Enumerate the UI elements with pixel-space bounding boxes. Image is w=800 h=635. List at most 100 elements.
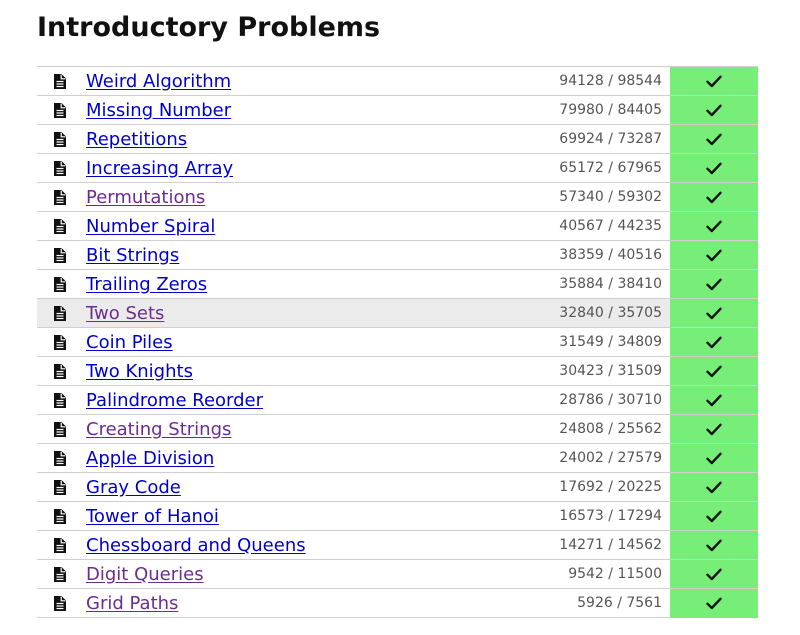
checkmark-icon bbox=[706, 365, 722, 377]
checkmark-icon bbox=[706, 452, 722, 464]
task-link[interactable]: Missing Number bbox=[86, 100, 502, 121]
solved-count: 16573 / 17294 bbox=[559, 508, 662, 524]
checkmark-icon bbox=[706, 539, 722, 551]
checkmark-icon bbox=[706, 510, 722, 522]
solved-count: 40567 / 44235 bbox=[559, 218, 662, 234]
task-row: Coin Piles 31549 / 34809 bbox=[37, 328, 758, 357]
task-link[interactable]: Coin Piles bbox=[86, 332, 502, 353]
status-cell bbox=[670, 328, 758, 356]
task-row: Gray Code 17692 / 20225 bbox=[37, 473, 758, 502]
checkmark-icon bbox=[706, 481, 722, 493]
task-row: Number Spiral 40567 / 44235 bbox=[37, 212, 758, 241]
task-link[interactable]: Tower of Hanoi bbox=[86, 506, 502, 527]
status-cell bbox=[670, 183, 758, 211]
task-link[interactable]: Apple Division bbox=[86, 448, 502, 469]
status-cell bbox=[670, 125, 758, 153]
task-row: Weird Algorithm 94128 / 98544 bbox=[37, 67, 758, 96]
status-cell bbox=[670, 386, 758, 414]
task-row: Bit Strings 38359 / 40516 bbox=[37, 241, 758, 270]
task-link[interactable]: Increasing Array bbox=[86, 158, 502, 179]
solved-count: 32840 / 35705 bbox=[559, 305, 662, 321]
document-icon bbox=[37, 67, 86, 95]
status-cell bbox=[670, 473, 758, 501]
checkmark-icon bbox=[706, 423, 722, 435]
status-cell bbox=[670, 67, 758, 95]
status-cell bbox=[670, 154, 758, 182]
status-cell bbox=[670, 212, 758, 240]
task-row: Digit Queries 9542 / 11500 bbox=[37, 560, 758, 589]
document-icon bbox=[37, 125, 86, 153]
task-link[interactable]: Gray Code bbox=[86, 477, 502, 498]
checkmark-icon bbox=[706, 597, 722, 609]
task-link[interactable]: Trailing Zeros bbox=[86, 274, 502, 295]
task-link[interactable]: Permutations bbox=[86, 187, 502, 208]
status-cell bbox=[670, 96, 758, 124]
task-row: Apple Division 24002 / 27579 bbox=[37, 444, 758, 473]
task-link[interactable]: Chessboard and Queens bbox=[86, 535, 502, 556]
task-row: Grid Paths 5926 / 7561 bbox=[37, 588, 758, 618]
document-icon bbox=[37, 444, 86, 472]
task-list: Weird Algorithm 94128 / 98544 Missing Numb… bbox=[37, 66, 758, 618]
task-link[interactable]: Two Knights bbox=[86, 361, 502, 382]
document-icon bbox=[37, 96, 86, 124]
solved-count: 17692 / 20225 bbox=[559, 479, 662, 495]
solved-count: 28786 / 30710 bbox=[559, 392, 662, 408]
checkmark-icon bbox=[706, 307, 722, 319]
checkmark-icon bbox=[706, 191, 722, 203]
solved-count: 9542 / 11500 bbox=[568, 566, 662, 582]
task-row: Two Knights 30423 / 31509 bbox=[37, 357, 758, 386]
task-link[interactable]: Grid Paths bbox=[86, 593, 502, 614]
solved-count: 65172 / 67965 bbox=[559, 160, 662, 176]
status-cell bbox=[670, 588, 758, 618]
solved-count: 24002 / 27579 bbox=[559, 450, 662, 466]
status-cell bbox=[670, 357, 758, 385]
solved-count: 31549 / 34809 bbox=[559, 334, 662, 350]
checkmark-icon bbox=[706, 336, 722, 348]
task-link[interactable]: Number Spiral bbox=[86, 216, 502, 237]
task-row: Tower of Hanoi 16573 / 17294 bbox=[37, 502, 758, 531]
task-row: Two Sets 32840 / 35705 bbox=[37, 299, 758, 328]
page-title: Introductory Problems bbox=[37, 12, 381, 43]
task-link[interactable]: Bit Strings bbox=[86, 245, 502, 266]
solved-count: 30423 / 31509 bbox=[559, 363, 662, 379]
task-row: Repetitions 69924 / 73287 bbox=[37, 125, 758, 154]
task-row: Trailing Zeros 35884 / 38410 bbox=[37, 270, 758, 299]
document-icon bbox=[37, 270, 86, 298]
task-link[interactable]: Digit Queries bbox=[86, 564, 502, 585]
solved-count: 38359 / 40516 bbox=[559, 247, 662, 263]
checkmark-icon bbox=[706, 568, 722, 580]
status-cell bbox=[670, 299, 758, 327]
task-link[interactable]: Two Sets bbox=[86, 303, 502, 324]
document-icon bbox=[37, 560, 86, 588]
checkmark-icon bbox=[706, 104, 722, 116]
document-icon bbox=[37, 473, 86, 501]
task-row: Chessboard and Queens 14271 / 14562 bbox=[37, 531, 758, 560]
solved-count: 24808 / 25562 bbox=[559, 421, 662, 437]
task-row: Palindrome Reorder 28786 / 30710 bbox=[37, 386, 758, 415]
checkmark-icon bbox=[706, 162, 722, 174]
status-cell bbox=[670, 531, 758, 559]
solved-count: 57340 / 59302 bbox=[559, 189, 662, 205]
solved-count: 35884 / 38410 bbox=[559, 276, 662, 292]
task-link[interactable]: Palindrome Reorder bbox=[86, 390, 502, 411]
checkmark-icon bbox=[706, 249, 722, 261]
status-cell bbox=[670, 270, 758, 298]
task-link[interactable]: Repetitions bbox=[86, 129, 502, 150]
checkmark-icon bbox=[706, 133, 722, 145]
document-icon bbox=[37, 589, 86, 617]
checkmark-icon bbox=[706, 220, 722, 232]
document-icon bbox=[37, 212, 86, 240]
document-icon bbox=[37, 154, 86, 182]
task-link[interactable]: Weird Algorithm bbox=[86, 71, 502, 92]
status-cell bbox=[670, 415, 758, 443]
document-icon bbox=[37, 502, 86, 530]
status-cell bbox=[670, 502, 758, 530]
document-icon bbox=[37, 328, 86, 356]
task-row: Permutations 57340 / 59302 bbox=[37, 183, 758, 212]
task-link[interactable]: Creating Strings bbox=[86, 419, 502, 440]
solved-count: 94128 / 98544 bbox=[559, 73, 662, 89]
solved-count: 5926 / 7561 bbox=[577, 595, 662, 611]
checkmark-icon bbox=[706, 75, 722, 87]
checkmark-icon bbox=[706, 394, 722, 406]
document-icon bbox=[37, 241, 86, 269]
